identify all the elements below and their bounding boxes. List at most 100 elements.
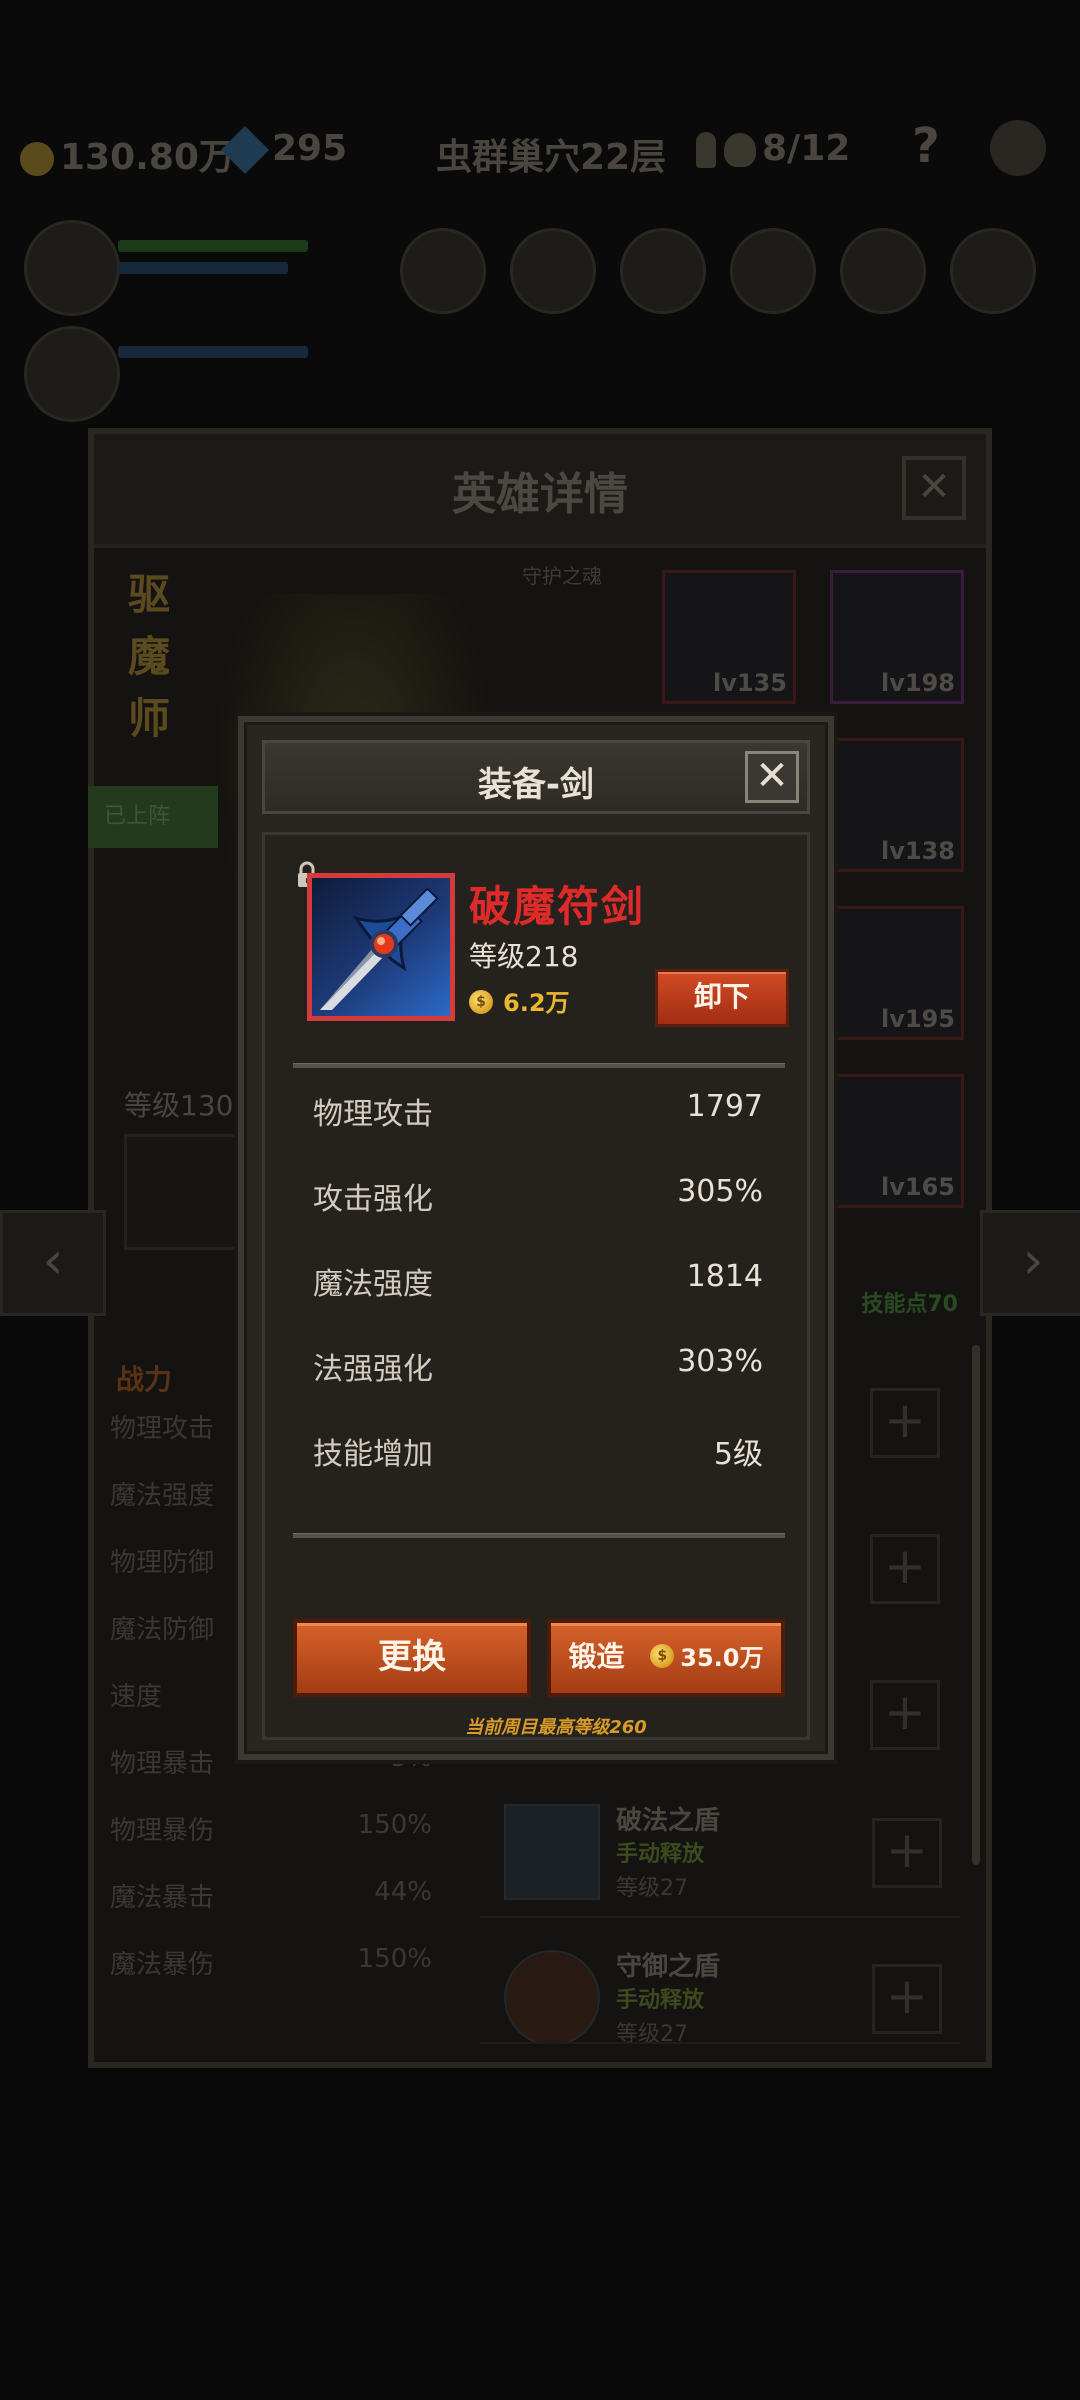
dialog-title: 装备-剑 [477, 765, 595, 805]
gem-icon [220, 125, 270, 175]
equipment-dialog: 装备-剑 ✕ 破魔符剑 等级218 $ 6.2万 卸下 物理攻击 1797 攻击… [238, 716, 834, 1760]
equip-slot-boots[interactable]: lv165 [830, 1074, 964, 1208]
stat-name: 魔法暴击 [110, 1883, 215, 1913]
skill-type: 手动释放 [616, 1988, 705, 2013]
skill-level: 等级27 [616, 1876, 688, 1901]
gold-coin-icon [20, 142, 54, 176]
skill-points: 技能点70 [861, 1292, 958, 1317]
next-hero-arrow-icon[interactable]: › [980, 1210, 1080, 1316]
equip-slot-amulet[interactable]: lv198 [830, 570, 964, 704]
enemy-avatar [840, 228, 926, 314]
equip-slot-armor[interactable]: lv138 [830, 738, 964, 872]
item-price: $6.2万 [469, 983, 570, 1018]
hero-name: 驱魔师 [128, 570, 171, 743]
attribute-name: 攻击强化 [313, 1182, 433, 1217]
attribute-name: 法强强化 [313, 1352, 433, 1387]
stat-row: 物理暴伤 150% [88, 1810, 438, 1877]
divider [293, 1063, 785, 1068]
add-skill-button[interactable]: + [870, 1680, 940, 1750]
forge-button[interactable]: 锻造 $35.0万 [547, 1619, 785, 1697]
key-icon [696, 132, 716, 168]
replace-button[interactable]: 更换 [293, 1619, 531, 1697]
gold-amount: 130.80万 [60, 137, 235, 178]
gem-amount: 295 [272, 128, 348, 169]
hero-level: 等级130 [124, 1089, 234, 1122]
skill-name: 破法之盾 [616, 1806, 721, 1836]
gold-counter: 130.80万 [20, 128, 235, 180]
hero-team-row [0, 210, 1080, 422]
stat-row: 魔法暴伤 150% [88, 1944, 438, 2011]
attribute-name: 技能增加 [313, 1437, 433, 1472]
unequip-button[interactable]: 卸下 [655, 969, 789, 1027]
skill-card[interactable]: 守御之盾 手动释放 等级27 + [480, 1932, 960, 2044]
stat-row: 魔法暴击 44% [88, 1877, 438, 1944]
dungeon-name: 虫群巢穴22层 [436, 137, 667, 178]
attribute-row: 技能增加 5级 [313, 1429, 763, 1479]
settings-gear-icon[interactable] [990, 120, 1046, 176]
top-bar: 130.80万 295 虫群巢穴22层 8/12 ? [0, 110, 1080, 190]
attribute-value: 305% [677, 1174, 763, 1209]
skull-count: 8/12 [762, 128, 851, 169]
skill-card[interactable]: 破法之盾 手动释放 等级27 + [480, 1786, 960, 1918]
stat-value: 150% [357, 1944, 432, 1974]
skills-scrollbar[interactable] [972, 1345, 980, 1865]
stat-name: 魔法暴伤 [110, 1950, 215, 1980]
stat-value: 44% [374, 1877, 432, 1907]
gold-coin-icon: $ [469, 990, 493, 1014]
equip-level: lv135 [713, 669, 787, 697]
skull-icon [724, 133, 756, 167]
hero-avatar[interactable] [24, 326, 120, 422]
enemy-avatar [730, 228, 816, 314]
add-skill-button[interactable]: + [870, 1534, 940, 1604]
attribute-row: 物理攻击 1797 [313, 1089, 763, 1139]
equip-level: lv195 [881, 1005, 955, 1033]
skill-shield-icon [504, 1950, 600, 2042]
enemy-avatar [620, 228, 706, 314]
stat-name: 魔法强度 [110, 1481, 215, 1511]
enemy-avatar [950, 228, 1036, 314]
hero-avatar[interactable] [24, 220, 120, 316]
help-button[interactable]: ? [912, 118, 940, 174]
gold-coin-icon: $ [650, 1644, 675, 1668]
mp-bar [118, 262, 288, 274]
hero-panel-title: 英雄详情 [452, 469, 628, 520]
dialog-header: 装备-剑 ✕ [262, 740, 810, 814]
forge-cost: 35.0万 [680, 1644, 764, 1672]
equip-level: lv138 [881, 837, 955, 865]
add-skill-button[interactable]: + [872, 1964, 942, 2034]
hero-panel-close-icon[interactable]: ✕ [902, 456, 966, 520]
item-name: 破魔符剑 [469, 882, 646, 931]
add-skill-button[interactable]: + [870, 1388, 940, 1458]
forge-label: 锻造 [568, 1640, 625, 1673]
stat-name: 物理攻击 [110, 1414, 215, 1444]
enemy-avatar [510, 228, 596, 314]
skill-name: 守御之盾 [616, 1952, 721, 1982]
skill-type: 手动释放 [616, 1842, 705, 1867]
skull-counter: 8/12 [696, 128, 850, 169]
divider [293, 1533, 785, 1538]
dialog-body: 破魔符剑 等级218 $6.2万 卸下 物理攻击 1797 攻击强化 305% … [262, 832, 810, 1740]
enemy-avatar [400, 228, 486, 314]
stat-name: 物理暴击 [110, 1749, 215, 1779]
item-frame[interactable] [307, 873, 455, 1021]
dialog-close-icon[interactable]: ✕ [745, 751, 799, 803]
stat-name: 物理防御 [110, 1548, 215, 1578]
attribute-value: 1797 [686, 1089, 763, 1124]
item-price-value: 6.2万 [503, 989, 570, 1017]
add-skill-button[interactable]: + [872, 1818, 942, 1888]
hp-bar [118, 240, 308, 252]
hp-bar [118, 346, 308, 358]
stat-name: 物理暴伤 [110, 1816, 215, 1846]
gem-counter: 295 [220, 125, 348, 175]
attribute-row: 魔法强度 1814 [313, 1259, 763, 1309]
attribute-name: 魔法强度 [313, 1267, 433, 1302]
attribute-value: 303% [677, 1344, 763, 1379]
equip-slot-helmet[interactable]: lv135 [662, 570, 796, 704]
max-level-note: 当前周目最高等级260 [465, 1717, 647, 1738]
skill-level: 等级27 [616, 2022, 688, 2044]
stat-name: 魔法防御 [110, 1615, 215, 1645]
hero-panel-header: 英雄详情 ✕ [94, 434, 986, 548]
equip-slot-ring[interactable]: lv195 [830, 906, 964, 1040]
item-level: 等级218 [469, 940, 579, 973]
prev-hero-arrow-icon[interactable]: ‹ [0, 1210, 106, 1316]
